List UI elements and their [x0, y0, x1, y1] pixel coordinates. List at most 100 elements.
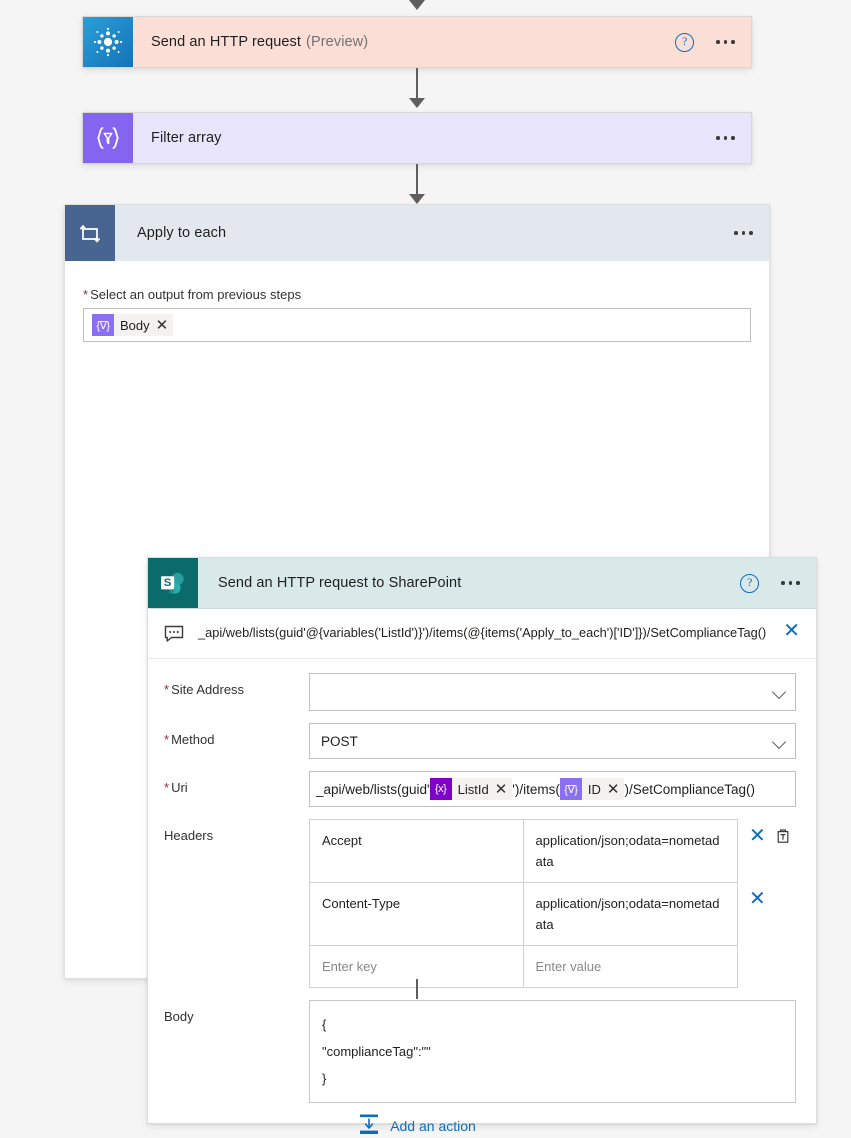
action-card-filter-array[interactable]: Filter array — [82, 112, 752, 164]
action-card-send-http-request[interactable]: Send an HTTP request (Preview) ? — [82, 16, 752, 68]
header-row-control-group: ✕ — [738, 882, 796, 945]
chevron-down-icon — [771, 734, 787, 750]
select-output-label-text: Select an output from previous steps — [90, 287, 302, 302]
header-value-input[interactable]: application/json;odata=nometadata — [524, 820, 738, 882]
header-value-input[interactable]: Enter value — [524, 946, 738, 987]
scope-apply-to-each: Apply to each * Select an output from pre… — [64, 204, 817, 1134]
scope-actions — [734, 205, 769, 261]
connector-arrow-top — [409, 0, 425, 10]
more-options-icon[interactable] — [716, 40, 735, 44]
body-line: "complianceTag":"" — [322, 1044, 431, 1059]
body-control: { "complianceTag":""} — [309, 1000, 796, 1103]
body-line: { — [322, 1017, 327, 1032]
body-line: } — [322, 1071, 327, 1086]
token-label: Body — [120, 317, 150, 333]
method-control: POST — [309, 723, 796, 759]
select-output-input[interactable]: {∇} Body ✕ — [83, 308, 751, 342]
uri-token-listid[interactable]: {x} ListId ✕ — [429, 778, 513, 800]
header-row-control-group — [738, 945, 796, 987]
required-marker: * — [164, 780, 170, 795]
uri-label: * Uri — [164, 771, 309, 795]
sharepoint-form: * Site Address * Method POST * Uri _api/… — [148, 659, 816, 1123]
sharepoint-card-title-text: Send an HTTP request to SharePoint — [218, 575, 462, 591]
field-row-headers: Headers Accept application/json;odata=nom… — [164, 819, 796, 988]
filter-card-title-text: Filter array — [151, 130, 222, 146]
method-label: * Method — [164, 723, 309, 747]
method-select[interactable]: POST — [309, 723, 796, 759]
headers-label: Headers — [164, 828, 214, 843]
http-card-actions: ? — [675, 17, 751, 67]
required-marker: * — [83, 287, 89, 302]
token-chip-icon: {x} — [429, 778, 452, 800]
uri-text-segment: )/SetComplianceTag() — [624, 781, 756, 797]
add-action-label: Add an action — [390, 1117, 476, 1134]
uri-token-id[interactable]: {∇} ID ✕ — [559, 778, 625, 800]
sharepoint-card-actions: ? — [740, 558, 816, 608]
help-icon[interactable]: ? — [675, 32, 695, 52]
token-remove-icon[interactable]: ✕ — [607, 782, 625, 797]
more-options-icon[interactable] — [781, 581, 800, 585]
svg-text:S: S — [164, 577, 172, 589]
duplicate-icon[interactable] — [776, 828, 791, 882]
site-address-label: * Site Address — [164, 673, 309, 697]
delete-icon[interactable]: ✕ — [749, 826, 766, 882]
uri-label-text: Uri — [171, 780, 188, 795]
comment-remove-icon[interactable]: ✕ — [783, 621, 800, 641]
connector-arrow-filter — [409, 98, 425, 108]
more-options-icon[interactable] — [716, 136, 735, 140]
site-address-control — [309, 673, 796, 711]
headers-control: Accept application/json;odata=nometadata C… — [309, 819, 796, 988]
token-body[interactable]: {∇} Body ✕ — [92, 314, 174, 336]
token-remove-icon[interactable]: ✕ — [495, 782, 513, 797]
body-input[interactable]: { "complianceTag":""} — [309, 1000, 796, 1103]
header-key-input[interactable]: Content-Type — [310, 883, 524, 945]
comment-icon — [164, 623, 184, 646]
field-row-uri: * Uri _api/web/lists(guid' {x} ListId ✕ ')/it… — [164, 771, 796, 807]
uri-control: _api/web/lists(guid' {x} ListId ✕ ')/items({… — [309, 771, 796, 807]
scope-body: * Select an output from previous steps {∇… — [65, 261, 769, 342]
headers-row-controls: ✕ ✕ — [738, 819, 796, 987]
method-label-text: Method — [171, 732, 215, 747]
sharepoint-card-header[interactable]: S Send an HTTP request to SharePoint ? — [148, 558, 816, 609]
body-label: Body — [164, 1009, 194, 1024]
token-label: ListId — [457, 781, 489, 797]
token-chip-icon: {∇} — [92, 314, 114, 336]
scope-header[interactable]: Apply to each — [65, 205, 769, 261]
add-action-button[interactable]: Add an action — [65, 1113, 769, 1138]
filter-card-actions — [716, 113, 751, 163]
required-marker: * — [164, 682, 170, 697]
field-row-method: * Method POST — [164, 723, 796, 759]
action-card-send-http-request-to-sharepoint: S Send an HTTP request to SharePoint ? _… — [147, 557, 817, 1124]
header-row-control-group: ✕ — [738, 819, 796, 882]
more-options-icon[interactable] — [734, 231, 753, 235]
method-value: POST — [321, 733, 358, 749]
header-row: Accept application/json;odata=nometadata — [310, 820, 737, 883]
filter-array-icon — [83, 113, 133, 163]
site-address-label-text: Site Address — [171, 682, 245, 697]
connector-line-http-filter — [416, 68, 418, 102]
field-row-body: Body { "complianceTag":""} — [164, 1000, 796, 1103]
http-connector-icon — [83, 17, 133, 67]
connector-line-bottom — [416, 979, 418, 999]
required-marker: * — [164, 732, 170, 747]
header-key-input[interactable]: Accept — [310, 820, 524, 882]
chevron-down-icon — [771, 684, 787, 700]
loop-icon — [65, 205, 115, 261]
delete-icon[interactable]: ✕ — [749, 889, 766, 945]
action-comment-row: _api/web/lists(guid'@{variables('ListId'… — [148, 609, 816, 659]
help-icon[interactable]: ? — [740, 573, 760, 593]
header-row: Content-Type application/json;odata=nomet… — [310, 883, 737, 946]
site-address-select[interactable] — [309, 673, 796, 711]
add-action-icon — [358, 1113, 380, 1138]
header-value-input[interactable]: application/json;odata=nometadata — [524, 883, 738, 945]
field-row-site-address: * Site Address — [164, 673, 796, 711]
uri-input[interactable]: _api/web/lists(guid' {x} ListId ✕ ')/items({… — [309, 771, 796, 807]
comment-text: _api/web/lists(guid'@{variables('ListId'… — [198, 625, 767, 640]
uri-text-segment: _api/web/lists(guid' — [316, 781, 430, 797]
select-output-label: * Select an output from previous steps — [83, 287, 751, 302]
header-row: Enter key Enter value — [310, 946, 737, 987]
sharepoint-icon: S — [148, 558, 198, 608]
scope-title-text: Apply to each — [137, 225, 227, 241]
token-remove-icon[interactable]: ✕ — [156, 318, 174, 333]
filter-card-title: Filter array — [133, 113, 716, 163]
